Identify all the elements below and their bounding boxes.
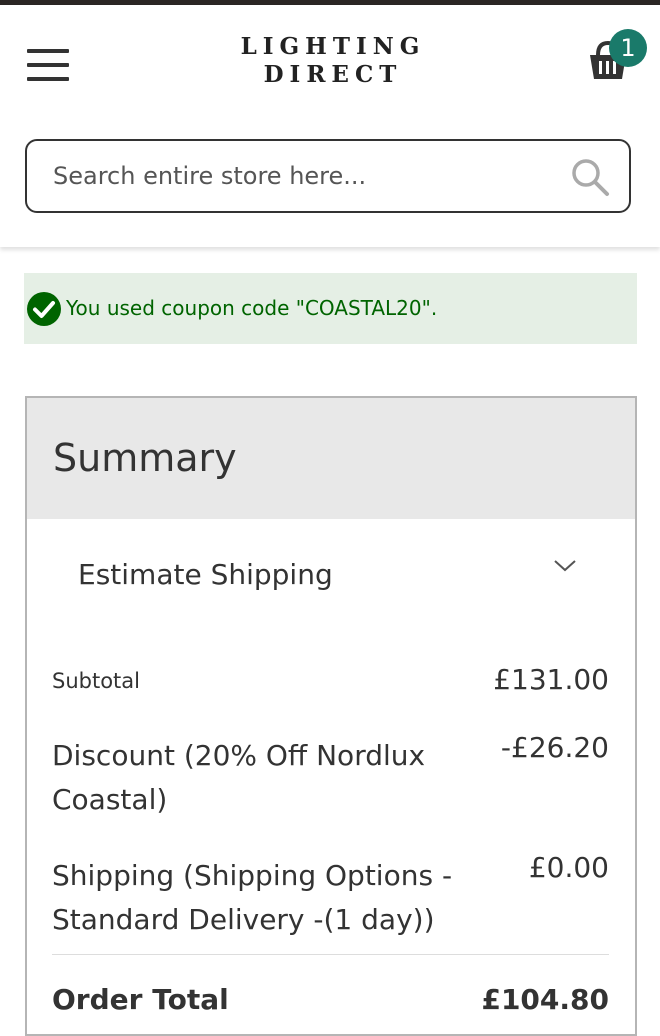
logo-line-1: LIGHTING [240, 33, 426, 60]
store-logo[interactable]: LIGHTING DIRECT [200, 33, 460, 89]
subtotal-value: £131.00 [493, 663, 609, 696]
summary-title: Summary [53, 436, 237, 480]
shipping-label: Shipping (Shipping Options - Standard De… [52, 859, 453, 936]
chevron-down-icon [554, 560, 576, 572]
coupon-message-text: You used coupon code "COASTAL20". [66, 296, 438, 320]
cart-summary: Summary Estimate Shipping Subtotal £131.… [25, 396, 637, 1036]
discount-label: Discount (20% Off Nordlux Coastal) [52, 739, 426, 816]
shipping-value: £0.00 [528, 851, 609, 884]
check-circle-icon [27, 292, 61, 326]
coupon-success-message: You used coupon code "COASTAL20". [24, 273, 637, 344]
cart-button[interactable]: 1 [586, 29, 650, 87]
order-total-label: Order Total [52, 983, 229, 1016]
search-input[interactable] [53, 155, 553, 197]
logo-line-2: DIRECT [263, 61, 403, 88]
summary-header: Summary [27, 398, 635, 519]
estimate-shipping-label: Estimate Shipping [78, 558, 333, 591]
discount-value: -£26.20 [500, 731, 609, 764]
search-box [25, 139, 631, 213]
site-header: LIGHTING DIRECT 1 [0, 5, 660, 247]
subtotal-label: Subtotal [52, 669, 140, 693]
estimate-shipping-toggle[interactable]: Estimate Shipping [27, 519, 635, 629]
totals-divider [52, 954, 609, 955]
order-total-value: £104.80 [481, 983, 609, 1016]
cart-count-badge: 1 [609, 29, 647, 67]
search-icon[interactable] [570, 157, 610, 197]
hamburger-icon[interactable] [27, 47, 69, 83]
